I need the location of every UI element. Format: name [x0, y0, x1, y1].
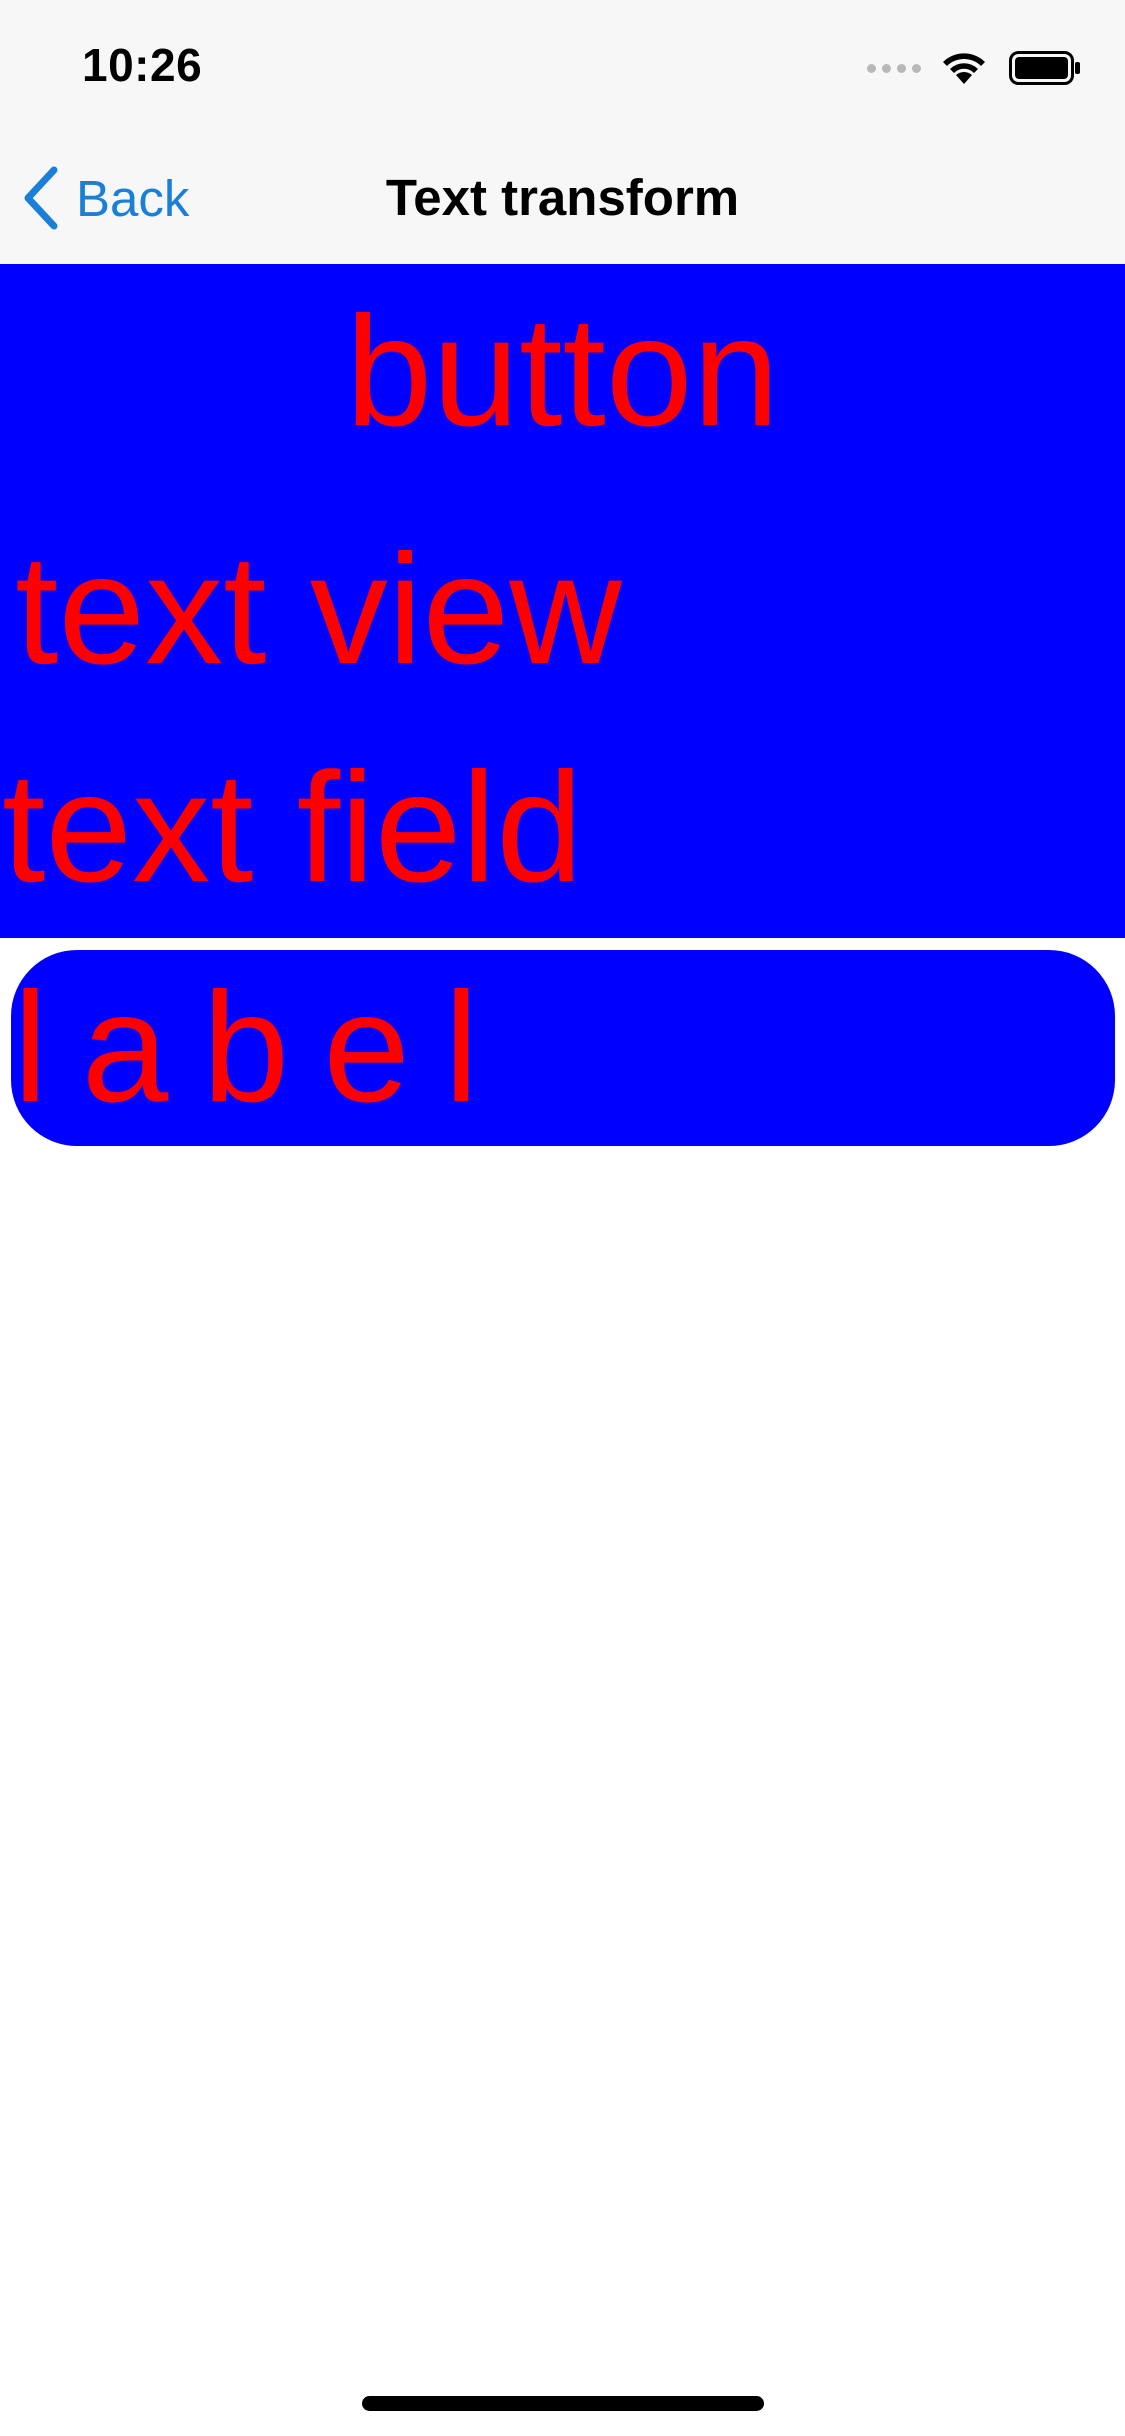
chevron-left-icon [24, 166, 58, 230]
transform-demo-panel: button text view text field [0, 264, 1125, 938]
cellular-signal-icon [867, 63, 921, 73]
status-time: 10:26 [82, 39, 203, 91]
status-icons [867, 48, 1081, 88]
navigation-bar: Text transform Back [0, 132, 1125, 264]
battery-icon [1009, 51, 1080, 85]
status-bar: 10:26 [0, 0, 1125, 132]
back-button[interactable]: Back [22, 162, 189, 234]
label-container: label [11, 950, 1115, 1146]
demo-button[interactable]: button [0, 282, 1125, 462]
demo-text-field[interactable]: text field [2, 738, 583, 918]
wifi-icon [943, 53, 985, 84]
back-label: Back [76, 169, 190, 227]
demo-text-view[interactable]: text view [15, 520, 622, 700]
home-indicator[interactable] [362, 2396, 764, 2411]
screen: 10:26 Text transform Back button text vi… [0, 0, 1125, 2436]
demo-label: label [13, 961, 513, 1135]
